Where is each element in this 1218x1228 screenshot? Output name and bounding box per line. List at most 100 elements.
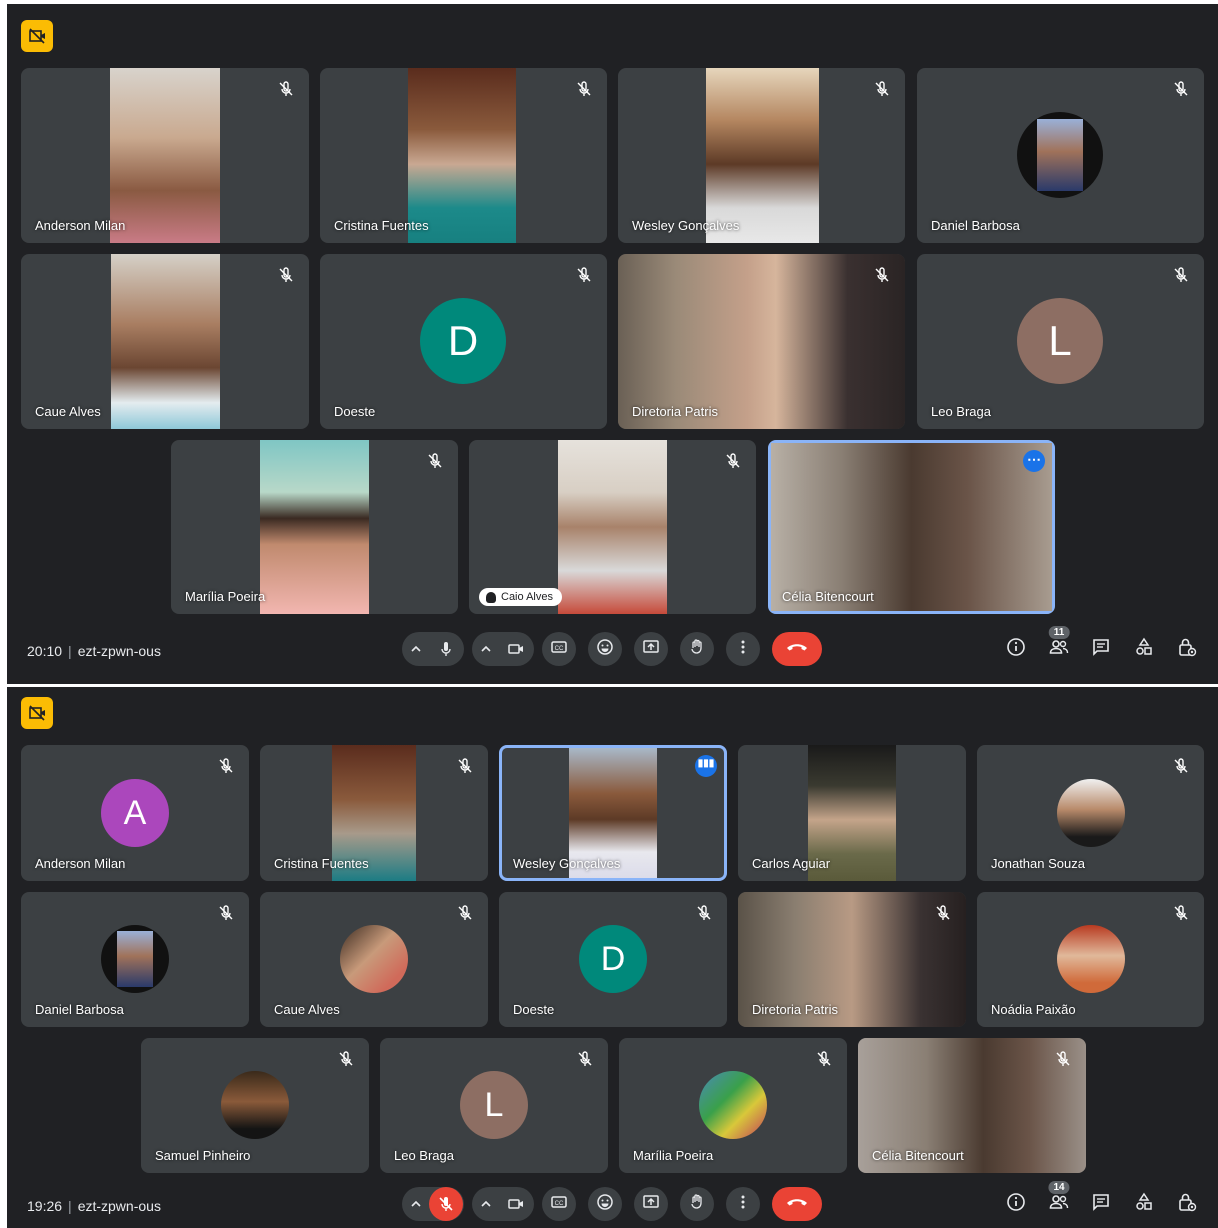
participant-tile[interactable]: Jonathan Souza — [977, 745, 1204, 881]
captions-button[interactable]: CC — [542, 632, 576, 666]
participant-tile[interactable]: A Anderson Milan — [21, 745, 249, 881]
end-call-icon — [785, 638, 809, 661]
svg-text:CC: CC — [555, 646, 564, 652]
info-icon — [1006, 1192, 1026, 1217]
participant-name: Noádia Paixão — [991, 1002, 1076, 1017]
people-button[interactable]: 11 — [1046, 626, 1072, 662]
participant-tile[interactable]: Noádia Paixão — [977, 892, 1204, 1027]
chat-button[interactable] — [1088, 636, 1114, 662]
participant-tile[interactable]: Carlos Aguiar — [738, 745, 966, 881]
camera-icon[interactable] — [499, 632, 533, 666]
avatar: L — [460, 1071, 528, 1139]
avatar: L — [1017, 298, 1103, 384]
participant-tile[interactable]: Wesley Gonçalves — [618, 68, 905, 243]
mic-off-icon — [337, 1050, 355, 1068]
info-button[interactable] — [1003, 1191, 1029, 1217]
avatar: A — [101, 779, 169, 847]
chat-button[interactable] — [1088, 1191, 1114, 1217]
participant-tile[interactable]: Marília Poeira — [171, 440, 458, 614]
participant-tile[interactable]: Diretoria Patris — [618, 254, 905, 429]
participant-name: Marília Poeira — [633, 1148, 714, 1163]
camera-icon[interactable] — [499, 1187, 533, 1221]
participant-count-badge: 14 — [1048, 1181, 1070, 1194]
participant-name-pill: Caio Alves — [479, 588, 562, 606]
participant-video — [706, 68, 819, 243]
captions-button[interactable]: CC — [542, 1187, 576, 1221]
participant-tile[interactable]: Anderson Milan — [21, 68, 309, 243]
participant-name: Jonathan Souza — [991, 856, 1085, 871]
participant-name: Caue Alves — [274, 1002, 340, 1017]
raise-hand-icon — [688, 638, 706, 661]
info-button[interactable] — [1003, 636, 1029, 662]
participant-video — [111, 254, 220, 429]
host-controls-button[interactable] — [1174, 636, 1200, 662]
emoji-button[interactable] — [588, 632, 622, 666]
participant-tile-active-speaker[interactable]: ⋯ Célia Bitencourt — [768, 440, 1055, 614]
participant-tile-active-speaker[interactable]: ▮▮▮ Wesley Gonçalves — [499, 745, 727, 881]
participant-tile[interactable]: Daniel Barbosa — [21, 892, 249, 1027]
raise-hand-button[interactable] — [680, 1187, 714, 1221]
activities-button[interactable] — [1131, 1191, 1157, 1217]
participant-tile[interactable]: Caue Alves — [260, 892, 488, 1027]
raise-hand-icon — [688, 1193, 706, 1216]
recording-icon[interactable] — [21, 697, 53, 729]
present-button[interactable] — [634, 632, 668, 666]
mic-control[interactable] — [402, 632, 464, 666]
present-icon — [642, 638, 660, 661]
camera-control[interactable] — [472, 632, 534, 666]
more-options-button[interactable] — [726, 1187, 760, 1221]
recording-icon[interactable] — [21, 20, 53, 52]
participant-name: Cristina Fuentes — [334, 218, 429, 233]
chevron-up-icon[interactable] — [403, 632, 429, 666]
mic-off-icon — [456, 757, 474, 775]
emoji-button[interactable] — [588, 1187, 622, 1221]
more-options-icon — [734, 1193, 752, 1216]
people-icon — [1049, 637, 1069, 662]
chevron-up-icon[interactable] — [473, 1187, 499, 1221]
host-controls-button[interactable] — [1174, 1191, 1200, 1217]
participant-tile[interactable]: D Doeste — [499, 892, 727, 1027]
avatar — [1057, 779, 1125, 847]
mic-control[interactable] — [402, 1187, 464, 1221]
mic-off-icon — [456, 904, 474, 922]
mic-off-icon — [815, 1050, 833, 1068]
participant-tile[interactable]: Caue Alves — [21, 254, 309, 429]
participant-tile[interactable]: L Leo Braga — [380, 1038, 608, 1173]
people-icon — [1049, 1192, 1069, 1217]
avatar — [1057, 925, 1125, 993]
mic-off-icon — [1172, 904, 1190, 922]
participant-name: Diretoria Patris — [632, 404, 718, 419]
participant-tile[interactable]: D Doeste — [320, 254, 607, 429]
more-options-icon[interactable]: ⋯ — [1023, 450, 1045, 472]
mic-off-icon — [695, 904, 713, 922]
svg-text:CC: CC — [555, 1201, 564, 1207]
participant-name: Carlos Aguiar — [752, 856, 831, 871]
participant-tile[interactable]: Daniel Barbosa — [917, 68, 1204, 243]
end-call-button[interactable] — [772, 632, 822, 666]
chevron-up-icon[interactable] — [473, 632, 499, 666]
participant-tile[interactable]: L Leo Braga — [917, 254, 1204, 429]
participant-tile[interactable]: Cristina Fuentes — [260, 745, 488, 881]
camera-control[interactable] — [472, 1187, 534, 1221]
mic-icon[interactable] — [429, 632, 463, 666]
participant-tile[interactable]: Cristina Fuentes — [320, 68, 607, 243]
people-button[interactable]: 14 — [1046, 1181, 1072, 1217]
participant-tile[interactable]: Caio Alves — [469, 440, 756, 614]
activities-button[interactable] — [1131, 636, 1157, 662]
mic-off-icon — [217, 904, 235, 922]
present-button[interactable] — [634, 1187, 668, 1221]
participant-tile[interactable]: Marília Poeira — [619, 1038, 847, 1173]
meeting-time: 20:10 — [27, 643, 63, 659]
emoji-icon — [596, 638, 614, 661]
mic-off-icon[interactable] — [429, 1187, 463, 1221]
more-options-button[interactable] — [726, 632, 760, 666]
participant-tile[interactable]: Célia Bitencourt — [858, 1038, 1086, 1173]
chat-icon — [1091, 637, 1111, 662]
participant-tile[interactable]: Diretoria Patris — [738, 892, 966, 1027]
participant-tile[interactable]: Samuel Pinheiro — [141, 1038, 369, 1173]
host-controls-icon — [1177, 1192, 1197, 1217]
participant-video — [558, 440, 667, 614]
end-call-button[interactable] — [772, 1187, 822, 1221]
raise-hand-button[interactable] — [680, 632, 714, 666]
chevron-up-icon[interactable] — [403, 1187, 429, 1221]
